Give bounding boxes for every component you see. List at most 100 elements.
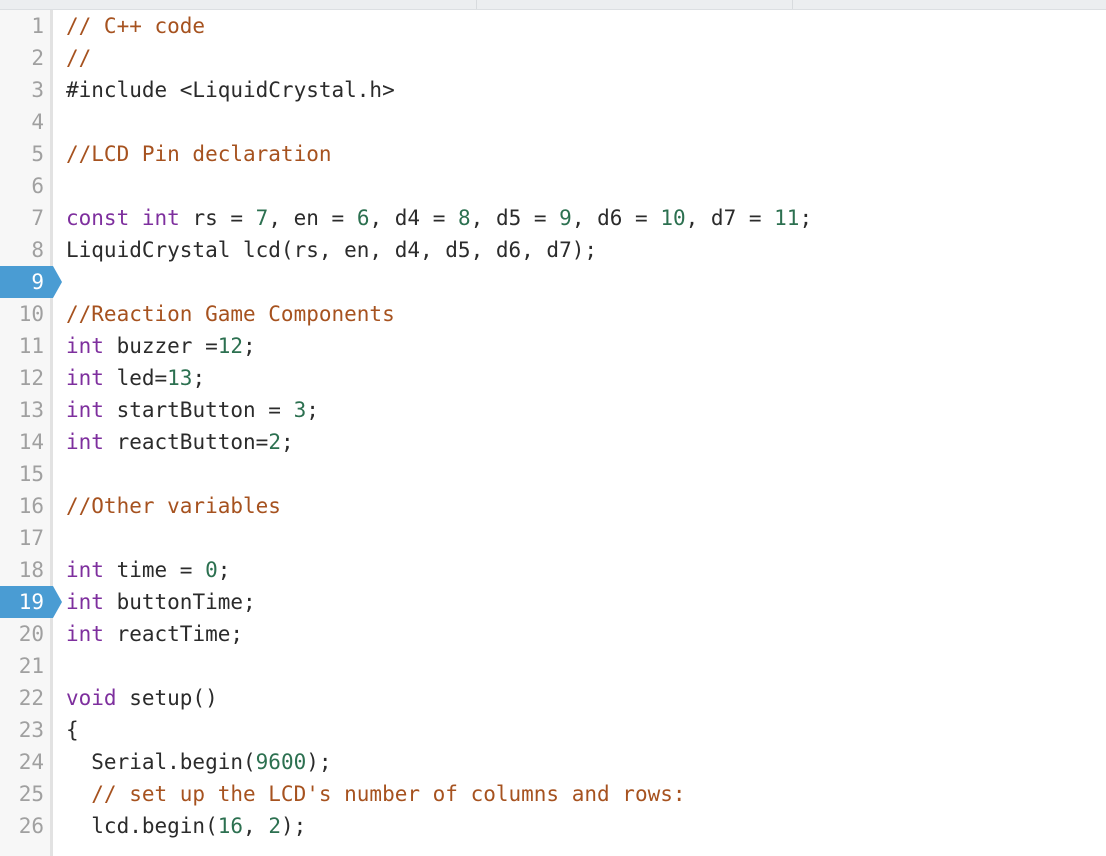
code-token-keyword: void: [66, 686, 117, 710]
line-number[interactable]: 3: [0, 74, 53, 106]
code-line[interactable]: 14 int reactButton=2;: [0, 426, 1106, 458]
code-line[interactable]: 22 void setup(): [0, 682, 1106, 714]
code-line-text[interactable]: //LCD Pin declaration: [66, 138, 332, 170]
code-line-text[interactable]: int time = 0;: [66, 554, 230, 586]
code-token-plain: ,: [243, 814, 269, 838]
code-line[interactable]: 9: [0, 266, 1106, 298]
line-number[interactable]: 11: [0, 330, 53, 362]
line-number[interactable]: 21: [0, 650, 53, 682]
code-token-number: 10: [660, 206, 686, 230]
code-token-comment: //LCD Pin declaration: [66, 142, 332, 166]
code-line[interactable]: 16 //Other variables: [0, 490, 1106, 522]
code-line[interactable]: 25 // set up the LCD's number of columns…: [0, 778, 1106, 810]
code-token-plain: rs =: [179, 206, 256, 230]
code-line[interactable]: 21: [0, 650, 1106, 682]
code-token-plain: ;: [306, 398, 319, 422]
line-number[interactable]: 7: [0, 202, 53, 234]
code-line[interactable]: 24 Serial.begin(9600);: [0, 746, 1106, 778]
code-line[interactable]: 19 int buttonTime;: [0, 586, 1106, 618]
code-line[interactable]: 12 int led=13;: [0, 362, 1106, 394]
code-line-text[interactable]: {: [66, 714, 79, 746]
code-line-text[interactable]: int reactTime;: [66, 618, 243, 650]
code-line-text[interactable]: int buttonTime;: [66, 586, 256, 618]
line-number[interactable]: 26: [0, 810, 53, 842]
line-number[interactable]: 8: [0, 234, 53, 266]
line-number[interactable]: 6: [0, 170, 53, 202]
code-token-plain: buzzer =: [103, 334, 218, 358]
code-line[interactable]: 11 int buzzer =12;: [0, 330, 1106, 362]
line-number[interactable]: 16: [0, 490, 53, 522]
code-token-plain: #include <LiquidCrystal.h>: [66, 78, 395, 102]
code-line-text[interactable]: void setup(): [66, 682, 218, 714]
code-line[interactable]: 1 // C++ code: [0, 10, 1106, 42]
code-token-plain: , d5 =: [470, 206, 560, 230]
line-number[interactable]: 4: [0, 106, 53, 138]
code-line-text[interactable]: int buzzer =12;: [66, 330, 256, 362]
line-number[interactable]: 25: [0, 778, 53, 810]
line-number-marker[interactable]: 19: [0, 586, 62, 618]
code-token-plain: , d7 =: [685, 206, 775, 230]
line-number[interactable]: 23: [0, 714, 53, 746]
line-number[interactable]: 12: [0, 362, 53, 394]
code-line[interactable]: 23 {: [0, 714, 1106, 746]
code-line-text[interactable]: //: [66, 42, 91, 74]
line-number[interactable]: 5: [0, 138, 53, 170]
top-bar-cell-middle[interactable]: [477, 0, 793, 9]
code-line[interactable]: 7 const int rs = 7, en = 6, d4 = 8, d5 = …: [0, 202, 1106, 234]
line-number[interactable]: 14: [0, 426, 53, 458]
line-number[interactable]: 17: [0, 522, 53, 554]
code-token-keyword: int: [66, 590, 104, 614]
code-token-number: 11: [774, 206, 800, 230]
code-token-plain: led=: [103, 366, 168, 390]
code-line-text[interactable]: //Other variables: [66, 490, 281, 522]
code-token-comment: //Reaction Game Components: [66, 302, 395, 326]
code-line-text[interactable]: LiquidCrystal lcd(rs, en, d4, d5, d6, d7…: [66, 234, 597, 266]
line-number-marker[interactable]: 9: [0, 266, 62, 298]
line-number[interactable]: 24: [0, 746, 53, 778]
line-number[interactable]: 13: [0, 394, 53, 426]
line-number[interactable]: 2: [0, 42, 53, 74]
code-line[interactable]: 3 #include <LiquidCrystal.h>: [0, 74, 1106, 106]
code-line[interactable]: 15: [0, 458, 1106, 490]
code-token-plain: setup(): [116, 686, 218, 710]
code-line-text[interactable]: int led=13;: [66, 362, 205, 394]
top-bar-cell-left[interactable]: [0, 0, 477, 9]
line-number[interactable]: 22: [0, 682, 53, 714]
code-token-number: 13: [167, 366, 193, 390]
code-line-text[interactable]: #include <LiquidCrystal.h>: [66, 74, 395, 106]
code-line-text[interactable]: // C++ code: [66, 10, 205, 42]
code-line[interactable]: 10 //Reaction Game Components: [0, 298, 1106, 330]
code-token-plain: ;: [192, 366, 206, 390]
code-line[interactable]: 18 int time = 0;: [0, 554, 1106, 586]
code-line-text[interactable]: //Reaction Game Components: [66, 298, 395, 330]
code-line[interactable]: 26 lcd.begin(16, 2);: [0, 810, 1106, 842]
code-line-text[interactable]: Serial.begin(9600);: [66, 746, 331, 778]
code-token-comment: // set up the LCD's number of columns an…: [66, 782, 686, 806]
code-line[interactable]: 8 LiquidCrystal lcd(rs, en, d4, d5, d6, d…: [0, 234, 1106, 266]
code-line-text[interactable]: lcd.begin(16, 2);: [66, 810, 306, 842]
code-line-text[interactable]: const int rs = 7, en = 6, d4 = 8, d5 = 9…: [66, 202, 812, 234]
code-line[interactable]: 17: [0, 522, 1106, 554]
code-line-text[interactable]: // set up the LCD's number of columns an…: [66, 778, 686, 810]
line-number[interactable]: 20: [0, 618, 53, 650]
window-top-bar: [0, 0, 1106, 10]
code-line[interactable]: 4: [0, 106, 1106, 138]
code-line[interactable]: 13 int startButton = 3;: [0, 394, 1106, 426]
code-token-plain: buttonTime;: [103, 590, 256, 614]
code-line[interactable]: 5 //LCD Pin declaration: [0, 138, 1106, 170]
line-number[interactable]: 10: [0, 298, 53, 330]
line-number[interactable]: 1: [0, 10, 53, 42]
code-line[interactable]: 2 //: [0, 42, 1106, 74]
line-number[interactable]: 15: [0, 458, 53, 490]
code-line-text[interactable]: int startButton = 3;: [66, 394, 319, 426]
code-token-number: 9: [559, 206, 572, 230]
code-line-text[interactable]: int reactButton=2;: [66, 426, 294, 458]
code-line[interactable]: 20 int reactTime;: [0, 618, 1106, 650]
top-bar-cell-right[interactable]: [793, 0, 1106, 9]
code-token-plain: Serial.begin(: [66, 750, 256, 774]
code-line[interactable]: 6: [0, 170, 1106, 202]
code-token-plain: time =: [103, 558, 206, 582]
code-token-plain: ;: [799, 206, 813, 230]
line-number[interactable]: 18: [0, 554, 53, 586]
code-editor[interactable]: 1 // C++ code 2 // 3 #include <LiquidCrystal.…: [0, 10, 1106, 856]
